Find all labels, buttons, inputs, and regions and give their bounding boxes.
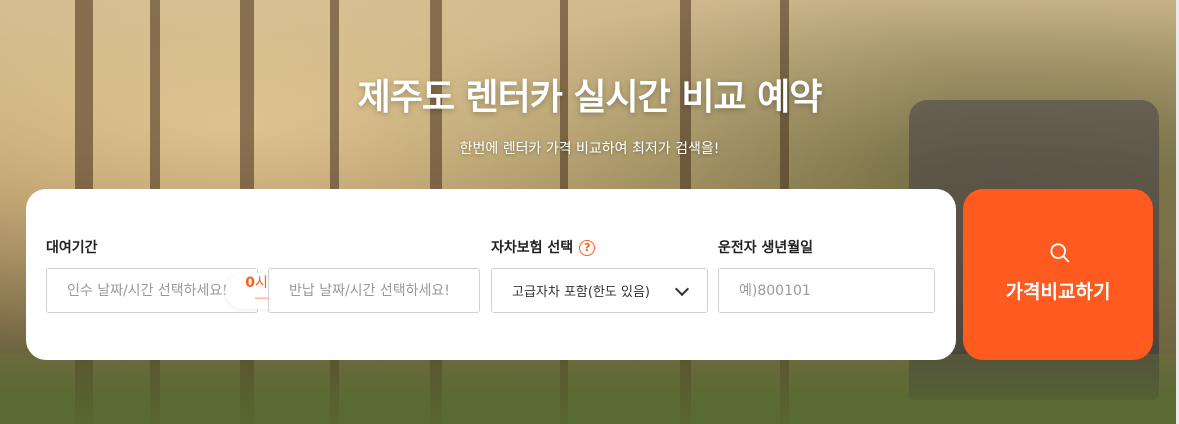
driver-birth-label: 운전자 생년월일	[718, 240, 814, 256]
insurance-selected-value: 고급자차 포함(한도 있음)	[512, 285, 651, 300]
rental-period-label: 대여기간	[46, 240, 98, 256]
driver-birth-input[interactable]	[719, 269, 934, 312]
insurance-label-text: 자차보험 선택	[491, 240, 574, 256]
compare-prices-label: 가격비교하기	[1005, 281, 1111, 303]
chevron-down-icon	[674, 281, 690, 296]
driver-birth-field[interactable]	[718, 268, 935, 313]
duration-value: 0	[245, 275, 255, 291]
return-datetime-input[interactable]	[269, 269, 479, 312]
page-subtitle: 한번에 렌터카 가격 비교하여 최저가 검색을!	[459, 141, 720, 157]
compare-prices-button[interactable]: 가격비교하기	[963, 189, 1153, 360]
return-datetime-field[interactable]	[268, 268, 480, 313]
search-icon	[1050, 243, 1070, 263]
grass-ground	[0, 354, 1179, 424]
insurance-select[interactable]: 고급자차 포함(한도 있음)	[491, 268, 708, 313]
help-circle-icon[interactable]: ?	[579, 240, 596, 256]
search-card: 대여기간 0시간 ⟶ 자차보험 선택? 고급자차 포함(한도 있음) 운전자 생…	[26, 189, 956, 360]
page-title: 제주도 렌터카 실시간 비교 예약	[357, 77, 823, 118]
insurance-label: 자차보험 선택?	[491, 237, 596, 257]
